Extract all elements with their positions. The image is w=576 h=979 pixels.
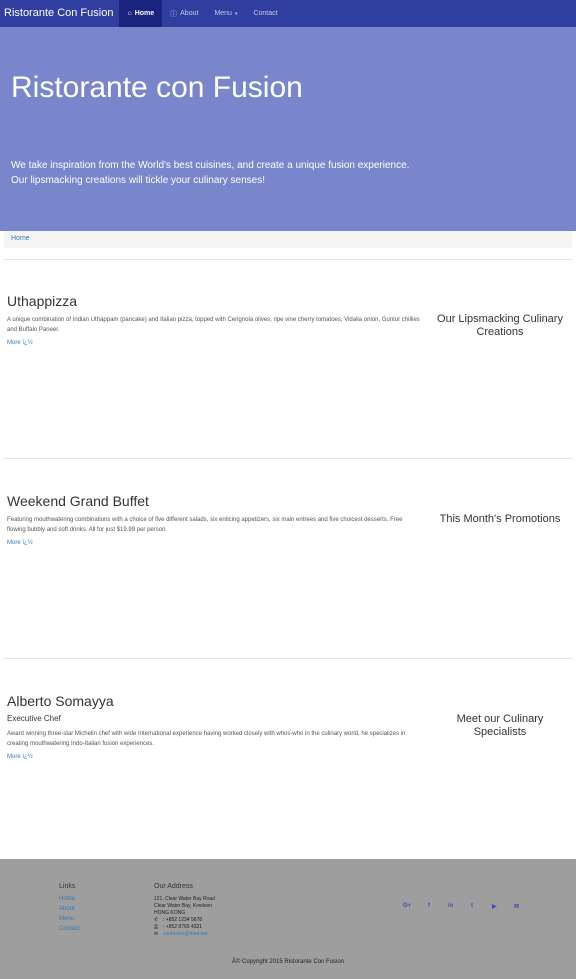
divider: [4, 259, 572, 260]
item-description: Award winning three-star Michelin chef w…: [7, 731, 406, 747]
mail-icon[interactable]: ✉: [514, 903, 519, 910]
divider: [4, 458, 572, 459]
twitter-icon[interactable]: t: [471, 903, 473, 909]
footer-links-heading: Links: [59, 883, 76, 890]
section-heading: Our Lipsmacking Culinary Creations: [437, 313, 563, 338]
footer-link-home[interactable]: Home: [59, 896, 75, 902]
page-title: Ristorante con Fusion: [11, 71, 303, 104]
item-title: Weekend Grand Buffet: [7, 493, 149, 509]
address-line: 121, Clear Water Bay Road: [154, 896, 215, 902]
item-title: Alberto Somayya: [7, 693, 114, 709]
more-link[interactable]: More ï¿½: [7, 340, 33, 346]
linkedin-icon[interactable]: in: [448, 903, 453, 909]
section-heading: This Month's Promotions: [439, 513, 561, 525]
jumbotron: Ristorante con Fusion We take inspiratio…: [0, 27, 576, 231]
breadcrumb-home-link[interactable]: Home: [11, 235, 30, 242]
footer-link-menu[interactable]: Menu: [59, 916, 74, 922]
address-line: Clear Water Bay, Kowloon: [154, 903, 213, 909]
section-heading: Meet our Culinary Specialists: [456, 713, 544, 738]
nav-item-about[interactable]: ⓘ About: [162, 0, 206, 27]
copyright: Â© Copyright 2015 Ristorante Con Fusion: [231, 959, 345, 965]
nav-item-label: About: [180, 10, 199, 17]
more-link[interactable]: More ï¿½: [7, 540, 33, 546]
breadcrumb: Home: [4, 231, 572, 248]
item-description: Featuring mouthwatering combinations wit…: [7, 517, 403, 533]
nav-item-label: Home: [134, 10, 155, 17]
phone-icon: ✆: [154, 917, 159, 923]
caret-down-icon: ▾: [234, 10, 238, 17]
fax-number: : +852 8765 4321: [163, 924, 203, 930]
google-plus-icon[interactable]: G+: [403, 903, 411, 909]
nav-item-contact[interactable]: Contact: [245, 0, 285, 27]
footer-address-heading: Our Address: [154, 883, 193, 890]
nav-item-menu[interactable]: Menu ▾: [206, 0, 245, 27]
home-icon: ⌂: [127, 10, 132, 17]
jumbotron-text: We take inspiration from the World's bes…: [11, 160, 410, 186]
item-description: A unique combination of Indian Uthappam …: [7, 317, 420, 333]
fax-row: ⎙ : +852 8765 4321: [154, 924, 215, 931]
facebook-icon[interactable]: f: [428, 903, 430, 909]
fax-icon: ⎙: [154, 924, 159, 930]
email-link[interactable]: confusion@food.net: [163, 931, 208, 938]
divider: [4, 658, 572, 659]
footer-link-contact[interactable]: Contact: [59, 926, 80, 932]
navbar-brand[interactable]: Ristorante Con Fusion: [0, 0, 119, 27]
info-icon: ⓘ: [170, 10, 178, 18]
item-title: Uthappizza: [7, 293, 78, 309]
more-link[interactable]: More ï¿½: [7, 754, 33, 760]
nav-item-label: Menu: [214, 10, 232, 17]
footer-address: 121, Clear Water Bay Road Clear Water Ba…: [154, 896, 215, 938]
phone-number: : +852 1234 5678: [163, 917, 203, 923]
footer-link-about[interactable]: About: [59, 906, 75, 912]
nav-item-label: Contact: [253, 10, 278, 17]
envelope-icon: ✉: [154, 931, 159, 937]
youtube-icon[interactable]: ▶: [492, 903, 497, 910]
address-line: HONG KONG: [154, 910, 186, 916]
phone-row: ✆ : +852 1234 5678: [154, 917, 215, 924]
navbar: Ristorante Con Fusion ⌂ Home ⓘ About Men…: [0, 0, 576, 27]
email-row: ✉ confusion@food.net: [154, 931, 215, 938]
item-subtitle: Executive Chef: [7, 714, 61, 723]
nav-item-home[interactable]: ⌂ Home: [119, 0, 163, 27]
